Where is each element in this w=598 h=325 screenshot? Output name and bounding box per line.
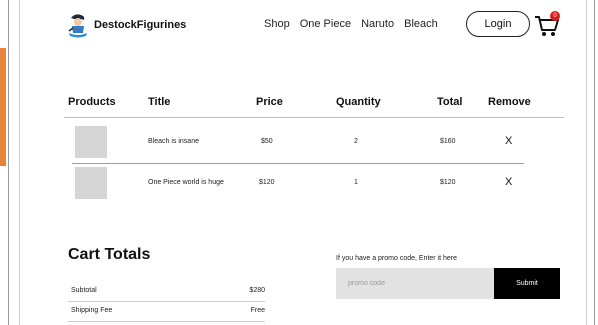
nav-item-bleach[interactable]: Bleach	[404, 18, 438, 30]
promo-code-input[interactable]	[336, 268, 494, 299]
shipping-value: Free	[250, 307, 265, 314]
header-price: Price	[256, 96, 283, 108]
cart-button[interactable]: 0	[534, 10, 560, 38]
right-edge-line	[594, 0, 595, 325]
site-header: DestockFigurines Shop One Piece Naruto B…	[20, 0, 586, 50]
header-remove: Remove	[488, 96, 531, 108]
nav-item-shop[interactable]: Shop	[264, 18, 290, 30]
header-title: Title	[148, 96, 171, 108]
subtotal-row: Subtotal $280	[68, 285, 265, 299]
product-thumbnail	[75, 126, 107, 158]
left-edge-accent	[0, 48, 6, 166]
remove-item-button[interactable]: X	[505, 176, 512, 188]
row-title: One Piece world is huge	[148, 179, 224, 186]
row-title: Bleach is insane	[148, 138, 199, 145]
row-quantity: 2	[354, 138, 358, 145]
brand-name: DestockFigurines	[94, 19, 187, 31]
figurine-logo-icon	[66, 12, 90, 38]
cart-totals-title: Cart Totals	[68, 246, 151, 263]
nav-item-naruto[interactable]: Naruto	[361, 18, 394, 30]
cart-count-badge: 0	[550, 11, 560, 21]
row-quantity: 1	[354, 179, 358, 186]
row-divider	[72, 163, 524, 164]
right-window-edge	[592, 0, 598, 325]
totals-divider	[68, 321, 265, 322]
header-quantity: Quantity	[336, 96, 381, 108]
submit-promo-button[interactable]: Submit	[494, 268, 560, 299]
table-row: One Piece world is huge $120 1 $120 X	[20, 167, 586, 201]
header-products: Products	[68, 96, 116, 108]
brand-link[interactable]: DestockFigurines	[66, 12, 186, 38]
subtotal-value: $280	[249, 287, 265, 294]
table-divider	[64, 117, 564, 118]
row-price: $120	[259, 179, 275, 186]
login-button[interactable]: Login	[466, 11, 530, 37]
cart-table-header: Products Title Price Quantity Total Remo…	[20, 96, 586, 110]
nav-item-one-piece[interactable]: One Piece	[300, 18, 351, 30]
left-window-edge	[0, 0, 10, 325]
product-thumbnail	[75, 167, 107, 199]
subtotal-label: Subtotal	[71, 287, 97, 294]
promo-label: If you have a promo code, Enter it here	[336, 255, 458, 262]
row-price: $50	[261, 138, 273, 145]
cart-page: DestockFigurines Shop One Piece Naruto B…	[19, 0, 587, 325]
row-total: $120	[440, 179, 456, 186]
shipping-label: Shipping Fee	[71, 307, 113, 314]
header-total: Total	[437, 96, 463, 108]
remove-item-button[interactable]: X	[505, 135, 512, 147]
shipping-row: Shipping Fee Free	[68, 305, 265, 319]
table-row: Bleach is insane $50 2 $160 X	[20, 126, 586, 160]
main-nav: Shop One Piece Naruto Bleach	[264, 18, 448, 30]
left-edge-line	[8, 0, 9, 325]
row-total: $160	[440, 138, 456, 145]
totals-divider	[68, 301, 265, 302]
